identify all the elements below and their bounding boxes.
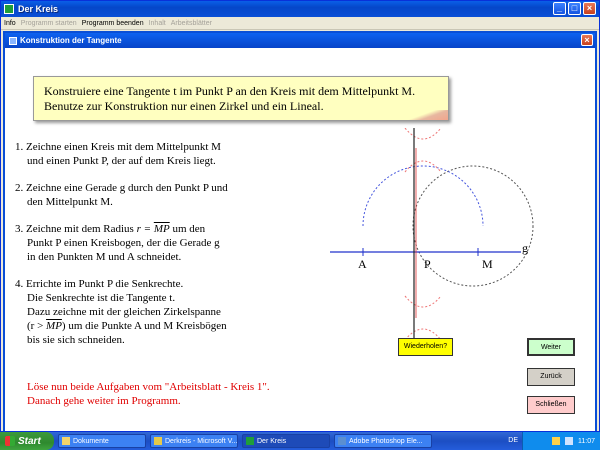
dialog-icon bbox=[9, 36, 17, 45]
windows-logo-icon bbox=[5, 436, 15, 446]
step-2: 2. Zeichne eine Gerade g durch den Punkt… bbox=[15, 181, 315, 209]
taskbar-item-label: Adobe Photoshop Ele... bbox=[349, 437, 423, 445]
window-titlebar[interactable]: Der Kreis _ □ × bbox=[1, 1, 599, 17]
window-title: Der Kreis bbox=[18, 4, 59, 14]
app-icon bbox=[246, 437, 254, 445]
menu-item-programm-beenden[interactable]: Programm beenden bbox=[82, 20, 144, 27]
dialog-close-button[interactable]: × bbox=[581, 34, 593, 46]
language-indicator[interactable]: DE bbox=[508, 437, 518, 444]
step-4-line-1: 4. Errichte im Punkt P die Senkrechte. bbox=[15, 278, 184, 290]
taskbar-item-label: Dokumente bbox=[73, 437, 109, 445]
menu-item-programm-starten[interactable]: Programm starten bbox=[21, 20, 77, 27]
note-curl bbox=[408, 110, 448, 120]
step-4-text-a: (r > bbox=[27, 320, 47, 332]
step-3-mp: MP bbox=[153, 223, 170, 235]
volume-icon[interactable] bbox=[565, 437, 573, 445]
taskbar-item-label: Der Kreis bbox=[257, 437, 287, 445]
arc-bottom-1 bbox=[404, 295, 442, 308]
close-button[interactable]: Schließen bbox=[527, 396, 575, 414]
clock[interactable]: 11:07 bbox=[578, 438, 595, 445]
minimize-button[interactable]: _ bbox=[553, 2, 566, 15]
step-3-text-a: 3. Zeichne mit dem Radius bbox=[15, 223, 137, 235]
step-2-line-1: 2. Zeichne eine Gerade g durch den Punkt… bbox=[15, 182, 228, 194]
step-4: 4. Errichte im Punkt P die Senkrechte. D… bbox=[15, 277, 315, 347]
taskbar-item-photoshop[interactable]: Adobe Photoshop Ele... bbox=[334, 434, 432, 448]
dialog-content: Konstruiere eine Tangente t im Punkt P a… bbox=[5, 48, 595, 431]
instruction-note: Konstruiere eine Tangente t im Punkt P a… bbox=[33, 76, 449, 121]
step-4-line-3: Dazu zeichne mit der gleichen Zirkelspan… bbox=[27, 306, 221, 318]
task-line-1: Löse nun beide Aufgaben vom "Arbeitsblat… bbox=[27, 381, 270, 393]
step-2-line-2: den Mittelpunkt M. bbox=[27, 196, 113, 208]
taskbar-item-label: Derkreis - Microsoft V... bbox=[165, 437, 238, 445]
menu-item-arbeitsblaetter[interactable]: Arbeitsblätter bbox=[171, 20, 212, 27]
next-button[interactable]: Weiter bbox=[527, 338, 575, 356]
repeat-button[interactable]: Wiederholen? bbox=[398, 338, 453, 356]
label-g: g bbox=[522, 241, 528, 255]
taskbar-item-der-kreis[interactable]: Der Kreis bbox=[242, 434, 330, 448]
taskbar-item-dokumente[interactable]: Dokumente bbox=[58, 434, 146, 448]
taskbar-item-derkreis[interactable]: Derkreis - Microsoft V... bbox=[150, 434, 238, 448]
arc-p bbox=[362, 165, 484, 227]
step-1-line-2: und einen Punkt P, der auf dem Kreis lie… bbox=[27, 155, 216, 167]
maximize-button[interactable]: □ bbox=[568, 2, 581, 15]
tangent-dialog: Konstruktion der Tangente × Konstruiere … bbox=[3, 31, 597, 431]
back-button[interactable]: Zurück bbox=[527, 368, 575, 386]
start-button[interactable]: Start bbox=[0, 432, 54, 450]
step-3-text-b: um den bbox=[169, 223, 206, 235]
step-1-line-1: 1. Zeichne einen Kreis mit dem Mittelpun… bbox=[15, 141, 221, 153]
step-4-line-5: bis sie sich schneiden. bbox=[27, 334, 125, 346]
start-label: Start bbox=[18, 435, 41, 447]
circle-m bbox=[412, 165, 534, 287]
app-icon bbox=[4, 4, 14, 14]
note-line-1: Konstruiere eine Tangente t im Punkt P a… bbox=[44, 84, 416, 98]
label-a: A bbox=[358, 257, 367, 271]
step-1: 1. Zeichne einen Kreis mit dem Mittelpun… bbox=[15, 140, 315, 168]
step-4-line-4: (r > MP) um die Punkte A und M Kreisböge… bbox=[15, 319, 315, 333]
photoshop-icon bbox=[338, 437, 346, 445]
step-3-line-2: Punkt P einen Kreisbogen, der die Gerade… bbox=[27, 237, 220, 249]
steps-list: 1. Zeichne einen Kreis mit dem Mittelpun… bbox=[15, 140, 315, 360]
tray-icon[interactable] bbox=[552, 437, 560, 445]
step-4-line-2: Die Senkrechte ist die Tangente t. bbox=[27, 292, 176, 304]
app-icon bbox=[154, 437, 162, 445]
note-line-2: Benutze zur Konstruktion nur einen Zirke… bbox=[44, 99, 324, 113]
step-3: 3. Zeichne mit dem Radius r = MP um den … bbox=[15, 222, 315, 264]
label-p: P bbox=[424, 257, 431, 271]
menu-item-info[interactable]: Info bbox=[4, 20, 16, 27]
step-3-line-3: in den Punkten M und A schneidet. bbox=[27, 251, 182, 263]
dialog-titlebar[interactable]: Konstruktion der Tangente × bbox=[5, 33, 595, 48]
label-m: M bbox=[482, 257, 493, 271]
main-window: Der Kreis _ □ × Info Programm starten Pr… bbox=[0, 0, 600, 432]
folder-icon bbox=[62, 437, 70, 445]
task-text: Löse nun beide Aufgaben vom "Arbeitsblat… bbox=[27, 380, 270, 408]
window-close-button[interactable]: × bbox=[583, 2, 596, 15]
task-line-2: Danach gehe weiter im Programm. bbox=[27, 395, 181, 407]
step-4-text-b: ) um die Punkte A und M Kreisbögen bbox=[61, 320, 227, 332]
taskbar: Start Dokumente Derkreis - Microsoft V..… bbox=[0, 432, 600, 450]
menu-item-inhalt[interactable]: Inhalt bbox=[149, 20, 166, 27]
step-3-r-eq: r = bbox=[136, 223, 154, 235]
system-tray: 11:07 bbox=[522, 432, 600, 450]
menubar: Info Programm starten Programm beenden I… bbox=[1, 17, 599, 30]
dialog-title: Konstruktion der Tangente bbox=[20, 36, 122, 45]
step-3-line-1: 3. Zeichne mit dem Radius r = MP um den bbox=[15, 222, 315, 236]
step-4-mp: MP bbox=[46, 320, 62, 332]
arc-top-2 bbox=[404, 160, 442, 173]
arc-top-1 bbox=[404, 128, 442, 140]
